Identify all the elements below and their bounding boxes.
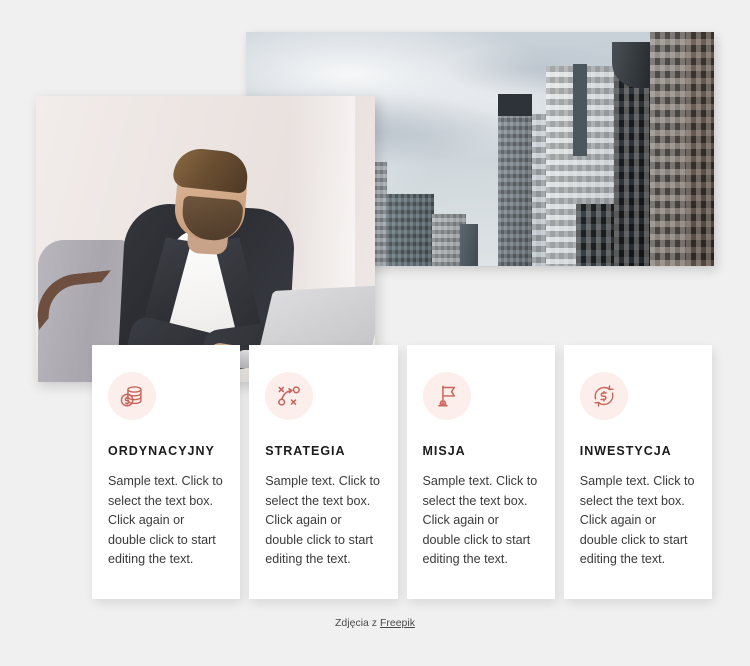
coins-stack-dollar-icon xyxy=(108,372,156,420)
card-text: Sample text. Click to select the text bo… xyxy=(579,474,695,566)
feature-card-misja[interactable]: MISJA Sample text. Click to select the t… xyxy=(406,345,555,599)
strategy-playbook-icon xyxy=(265,372,314,420)
card-text: Sample text. Click to select the text bo… xyxy=(422,474,538,566)
feature-card-ordynacyjny[interactable]: ORDYNACYJNY Sample text. Click to select… xyxy=(92,345,241,599)
money-exchange-arrows-icon xyxy=(579,372,628,420)
card-text: Sample text. Click to select the text bo… xyxy=(265,474,381,566)
feature-card-list: ORDYNACYJNY Sample text. Click to select… xyxy=(92,345,712,599)
building-block xyxy=(386,194,434,266)
card-title: STRATEGIA xyxy=(265,444,346,458)
building-crown xyxy=(498,94,532,116)
card-title: ORDYNACYJNY xyxy=(108,444,215,458)
building-tower xyxy=(498,94,532,266)
building-seam xyxy=(573,64,587,156)
card-title: INWESTYCJA xyxy=(579,444,672,458)
building-block xyxy=(460,224,478,266)
photo-credit: Zdjęcia z Freepik xyxy=(0,617,750,629)
composition-stage: ORDYNACYJNY Sample text. Click to select… xyxy=(0,0,750,666)
feature-card-inwestycja[interactable]: INWESTYCJA Sample text. Click to select … xyxy=(563,345,712,599)
flag-icon xyxy=(422,372,471,420)
card-title: MISJA xyxy=(422,444,466,458)
building-stone xyxy=(650,32,688,266)
businessman-photo xyxy=(36,96,375,382)
photo-credit-prefix: Zdjęcia z xyxy=(335,617,380,629)
freepik-link[interactable]: Freepik xyxy=(380,617,415,629)
card-text: Sample text. Click to select the text bo… xyxy=(108,474,223,566)
building-brown xyxy=(686,32,714,266)
feature-card-strategia[interactable]: STRATEGIA Sample text. Click to select t… xyxy=(249,345,398,599)
